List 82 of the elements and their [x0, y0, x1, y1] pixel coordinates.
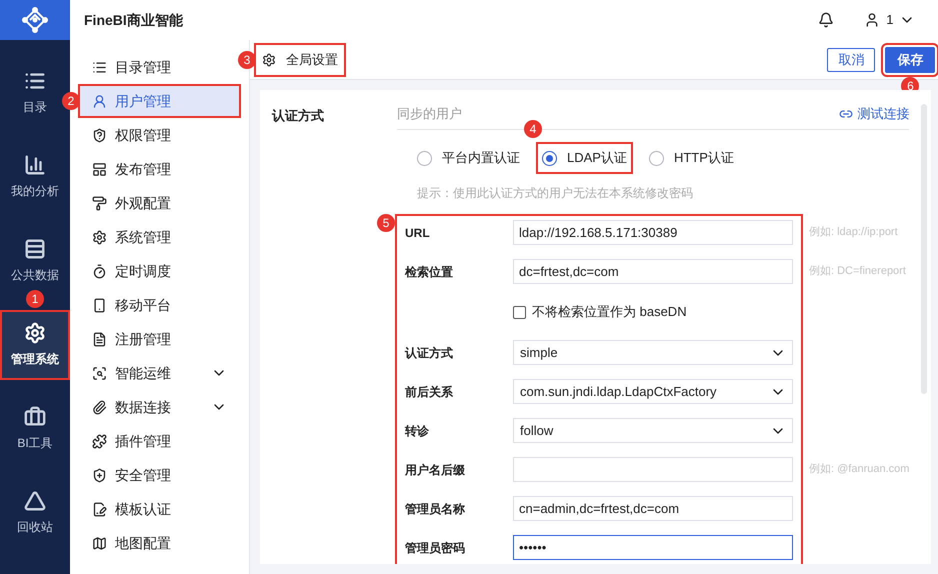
field-label: 管理员密码 — [405, 540, 466, 556]
user-icon — [864, 12, 880, 28]
toolbox-icon — [24, 406, 46, 428]
input-field[interactable]: dc=frtest,dc=com — [513, 259, 793, 284]
shield-icon — [92, 128, 107, 142]
map-icon — [92, 536, 107, 550]
menu-item[interactable]: 模板认证 — [80, 494, 239, 524]
example-hint: 例如: @fanruan.com — [809, 462, 910, 478]
settings-icon — [92, 230, 107, 244]
magnifier-icon — [92, 366, 107, 380]
radio-button[interactable] — [417, 150, 432, 166]
menu-item[interactable]: 外观配置 — [80, 188, 239, 218]
user-menu[interactable]: 1 — [864, 10, 916, 30]
menu-item[interactable]: 安全管理 — [80, 460, 239, 490]
radio-button[interactable] — [542, 150, 557, 166]
step-badge: 4 — [524, 120, 542, 138]
paperclip-icon — [92, 400, 107, 414]
field-label: 用户名后缀 — [405, 462, 466, 478]
select-field[interactable]: follow — [513, 418, 793, 443]
input-field[interactable] — [513, 457, 793, 482]
input-field[interactable]: cn=admin,dc=frtest,dc=com — [513, 496, 793, 521]
network-logo-icon — [21, 6, 49, 34]
menu-item[interactable]: 智能运维 — [80, 358, 239, 388]
notification-bell-icon[interactable] — [818, 12, 834, 28]
rail-item[interactable]: 管理系统 — [2, 312, 68, 378]
menu-item[interactable]: 注册管理 — [80, 324, 239, 354]
rail-item[interactable]: 回收站 — [2, 480, 68, 546]
cancel-button[interactable]: 取消 — [827, 48, 876, 72]
menu-item[interactable]: 数据连接 — [80, 392, 239, 422]
user-icon — [92, 94, 107, 108]
select-field[interactable]: simple — [513, 340, 793, 365]
section-label: 认证方式 — [272, 107, 325, 125]
menu-item[interactable]: 目录管理 — [80, 52, 239, 82]
menu-item[interactable]: 权限管理 — [80, 120, 239, 150]
app-logo[interactable] — [0, 0, 70, 40]
global-settings-title: 全局设置 — [256, 44, 344, 74]
rows-icon — [24, 238, 46, 260]
document-icon — [92, 332, 107, 346]
layout-icon — [92, 162, 107, 176]
field-label: 认证方式 — [405, 344, 454, 362]
field-label: 转诊 — [405, 422, 430, 440]
bar-chart-icon — [24, 154, 46, 176]
menu-item[interactable]: 系统管理 — [80, 222, 239, 252]
step-badge: 5 — [377, 214, 395, 232]
field-label: 检索位置 — [405, 264, 454, 280]
document-pen-icon — [92, 502, 107, 516]
menu-item[interactable]: 定时调度 — [80, 256, 239, 286]
hint-text: 提示：使用此认证方式的用户无法在本系统修改密码 — [417, 185, 694, 202]
field-label: 管理员名称 — [405, 500, 466, 518]
example-hint: 例如: DC=finereport — [809, 264, 906, 280]
save-button[interactable]: 保存 — [885, 46, 936, 72]
triangle-icon — [24, 490, 46, 512]
input-field[interactable]: •••••• — [513, 535, 793, 560]
menu-item[interactable]: 用户管理 — [80, 86, 239, 116]
menu-item[interactable]: 地图配置 — [80, 528, 239, 558]
checkbox-option[interactable]: 不将检索位置作为 baseDN — [513, 298, 793, 326]
test-connection-link[interactable]: 测试连接 — [839, 104, 910, 124]
radio-option[interactable]: HTTP认证 — [644, 144, 738, 172]
menu-item[interactable]: 发布管理 — [80, 154, 239, 184]
shield-plus-icon — [92, 468, 107, 482]
menu-item[interactable]: 移动平台 — [80, 290, 239, 320]
field-label: 前后关系 — [405, 384, 454, 400]
stopwatch-icon — [92, 264, 107, 278]
radio-option[interactable]: 平台内置认证 — [413, 144, 524, 172]
puzzle-icon — [92, 434, 107, 448]
app-title: FineBI商业智能 — [84, 10, 183, 30]
select-field[interactable]: com.sun.jndi.ldap.LdapCtxFactory — [513, 379, 793, 404]
settings-icon — [262, 52, 276, 66]
step-badge: 1 — [26, 290, 44, 308]
field-label: URL — [405, 224, 431, 242]
phone-icon — [92, 298, 107, 312]
radio-option[interactable]: LDAP认证 — [538, 144, 631, 172]
rail-item[interactable]: 我的分析 — [2, 144, 68, 210]
list-icon — [92, 60, 107, 74]
checkbox[interactable] — [513, 306, 526, 318]
menu-item[interactable]: 插件管理 — [80, 426, 239, 456]
input-field[interactable]: ldap://192.168.5.171:30389 — [513, 220, 793, 245]
radio-button[interactable] — [648, 150, 664, 166]
rail-item[interactable]: BI工具 — [2, 396, 68, 462]
settings-icon — [24, 322, 46, 344]
example-hint: 例如: ldap://ip:port — [809, 225, 898, 240]
paint-roller-icon — [92, 196, 107, 210]
